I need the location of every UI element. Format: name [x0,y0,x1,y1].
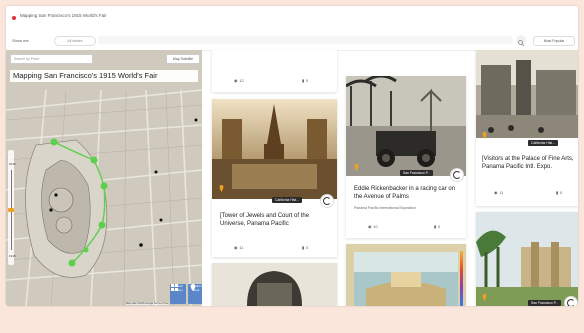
loading-icon [450,168,464,182]
eye-icon: ◉ [368,225,372,229]
eye-icon: ◉ [494,191,498,195]
comments-count: 0 [560,190,563,195]
story-photo[interactable] [212,99,337,199]
map-attribution: Map data ©2015 Google Terms of Use [126,302,169,305]
search-icon[interactable] [516,35,526,47]
map-type-toggle[interactable]: Map Satellite [166,54,200,64]
time-slider-bottom-label: 1915 [9,254,16,258]
logo-icon[interactable] [12,16,16,20]
eye-icon: ◉ [234,79,238,83]
story-card[interactable]: California Hist... [Tower of Jewels and … [212,99,337,257]
comments-stat: ▮ 0 [434,224,441,230]
story-card[interactable] [212,263,337,306]
story-card[interactable]: California Hist... [Visitors at the Pala… [476,50,578,206]
story-subtitle: Panama Pacific International Exposition [354,206,416,210]
map-pin-icon [190,284,196,291]
comment-icon: ▮ [434,225,437,229]
comments-count: 0 [438,224,441,229]
app-window: Mapping San Francisco's 1915 World's Fai… [6,6,578,306]
time-slider[interactable]: 2015 1915 [8,150,16,265]
comment-icon: ▮ [302,246,305,250]
story-card[interactable]: San Francisco P... Eddie Rickenbacker in… [346,76,466,238]
map-title: Mapping San Francisco's 1915 World's Fai… [10,70,198,82]
story-photo[interactable] [476,212,578,306]
map-pin-icon [354,158,359,171]
views-stat: ◉ 11 [234,245,244,251]
views-count: 11 [499,190,504,195]
loading-icon [320,194,334,208]
story-title[interactable]: [Visitors at the Palace of Fine Arts, Pa… [482,156,574,171]
comment-icon: ▮ [556,191,559,195]
location-book-button[interactable]: Location Book [188,284,202,304]
comment-icon: ▮ [302,79,305,83]
story-card[interactable] [346,244,466,306]
map-pin-icon [219,179,224,192]
story-photo[interactable] [212,263,337,306]
views-stat: ◉ 12 [234,78,244,84]
filter-dropdown[interactable]: All stories [54,36,96,46]
search-input[interactable] [98,36,513,44]
story-title[interactable]: [Tower of Jewels and Court of the Univer… [220,213,332,228]
story-title[interactable]: Eddie Rickenbacker in a racing car on th… [354,186,462,201]
map-pin-icon [482,126,487,139]
views-count: 10 [373,224,378,229]
source-badge[interactable]: San Francisco P... [528,300,562,306]
story-photo[interactable] [346,244,466,306]
sort-dropdown[interactable]: Most Popular [533,36,575,46]
story-card[interactable]: San Francisco P... [476,212,578,306]
app-title[interactable]: Mapping San Francisco's 1915 World's Fai… [20,13,107,18]
comments-stat: ▮ 0 [302,245,309,251]
views-stat: ◉ 10 [368,224,378,230]
map-pin-icon [482,288,487,301]
top-bar: Mapping San Francisco's 1915 World's Fai… [6,6,578,51]
source-badge[interactable]: California Hist... [272,197,302,203]
story-photo[interactable] [346,76,466,176]
loading-icon [564,296,578,306]
source-badge[interactable]: San Francisco P... [400,170,434,176]
comments-stat: ▮ 0 [556,190,563,196]
comments-count: 0 [306,78,309,83]
story-photo[interactable] [476,50,578,138]
time-slider-top-label: 2015 [9,162,16,166]
time-slider-handle[interactable] [8,208,14,212]
map-panel[interactable]: Search by Place Map Satellite Mapping Sa… [6,50,202,306]
map-search-input[interactable]: Search by Place [10,54,93,64]
search-gallery-button[interactable]: Search Gallery [170,284,186,304]
story-card[interactable]: ◉ 12 ▮ 0 [212,50,337,92]
color-strip [460,251,463,306]
views-count: 11 [239,245,244,250]
views-count: 12 [239,78,244,83]
grid-icon [171,284,178,291]
show-me-label: Show me [12,38,29,43]
comments-stat: ▮ 0 [302,78,309,84]
comments-count: 0 [306,245,309,250]
source-badge[interactable]: California Hist... [528,140,558,146]
eye-icon: ◉ [234,246,238,250]
map-canvas[interactable] [6,50,202,306]
views-stat: ◉ 11 [494,190,504,196]
